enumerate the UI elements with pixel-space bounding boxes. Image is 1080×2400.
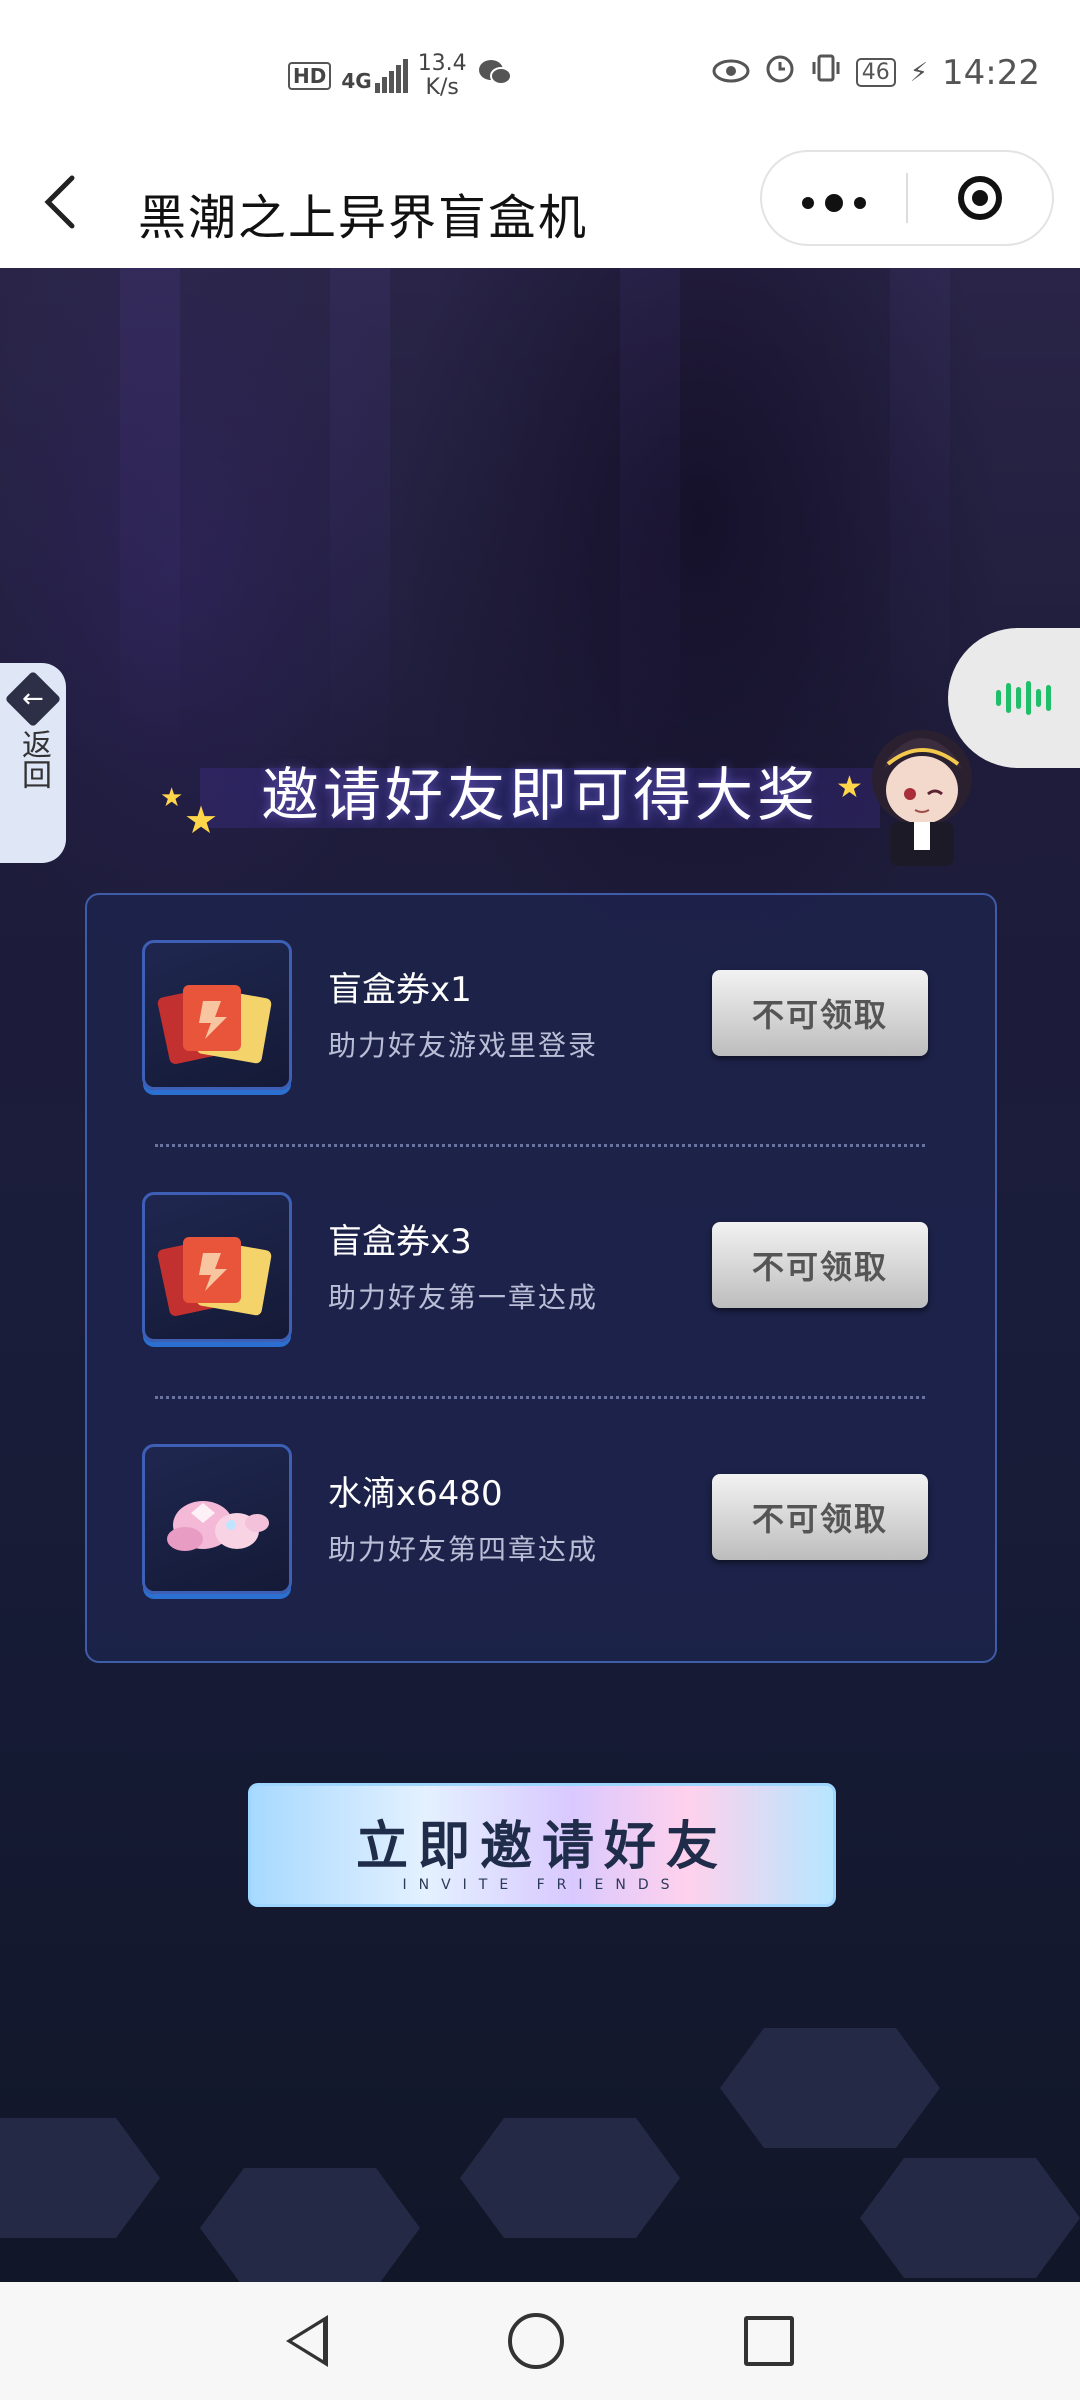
status-left: HD 4G 13.4 K/s xyxy=(288,52,513,100)
system-nav-bar xyxy=(0,2282,1080,2400)
divider xyxy=(155,1396,925,1399)
reward-item: 盲盒券x1 助力好友游戏里登录 不可领取 xyxy=(142,940,942,1100)
headline-text: 邀请好友即可得大奖 xyxy=(260,761,819,829)
side-return-button[interactable]: ← 返回 xyxy=(0,663,66,863)
status-bar: HD 4G 13.4 K/s 46 ⚡ 14:22 xyxy=(0,0,1080,150)
capsule-menu xyxy=(760,150,1054,246)
arrow-left-icon: ← xyxy=(4,670,62,728)
chevron-left-icon[interactable] xyxy=(40,172,80,247)
charging-icon: ⚡ xyxy=(909,57,929,88)
reward-description: 助力好友游戏里登录 xyxy=(328,1029,599,1062)
net-speed-unit: K/s xyxy=(425,75,459,100)
target-icon xyxy=(958,176,1002,220)
nav-back-icon[interactable] xyxy=(286,2315,328,2367)
reward-name: 盲盒券x1 xyxy=(328,970,472,1010)
network-label: 4G xyxy=(341,69,372,93)
eye-icon xyxy=(712,53,750,93)
divider xyxy=(155,1144,925,1147)
hex-tile xyxy=(860,2158,1080,2278)
reward-item: 盲盒券x3 助力好友第一章达成 不可领取 xyxy=(142,1192,942,1352)
mascot-character-icon xyxy=(872,730,972,866)
crystal-icon xyxy=(142,1444,292,1594)
reward-description: 助力好友第四章达成 xyxy=(328,1533,599,1566)
hd-badge: HD xyxy=(288,62,332,90)
reward-description: 助力好友第一章达成 xyxy=(328,1281,599,1314)
background-curtain xyxy=(890,268,950,768)
invite-button-sublabel: INVITE FRIENDS xyxy=(402,1877,682,1893)
signal-icon xyxy=(374,59,408,93)
background-curtain xyxy=(330,268,390,768)
net-speed: 13.4 K/s xyxy=(418,52,467,100)
wechat-icon xyxy=(477,57,513,96)
claim-button[interactable]: 不可领取 xyxy=(712,970,928,1056)
nav-home-icon[interactable] xyxy=(508,2313,564,2369)
ticket-icon xyxy=(142,940,292,1090)
nav-recent-apps-icon[interactable] xyxy=(744,2316,794,2366)
ticket-icon xyxy=(142,1192,292,1342)
background-curtain xyxy=(120,268,180,768)
clock: 14:22 xyxy=(942,52,1040,93)
reward-item: 水滴x6480 助力好友第四章达成 不可领取 xyxy=(142,1444,942,1604)
claim-button[interactable]: 不可领取 xyxy=(712,1474,928,1560)
mini-program-titlebar: 黑潮之上异界盲盒机 xyxy=(0,150,1080,268)
close-target-button[interactable] xyxy=(908,176,1052,220)
more-dots-icon[interactable] xyxy=(762,173,906,224)
network-4g-icon: 4G xyxy=(341,59,408,93)
claim-button[interactable]: 不可领取 xyxy=(712,1222,928,1308)
reward-panel: 盲盒券x1 助力好友游戏里登录 不可领取 盲盒券x3 助力好友第一章达成 不可领… xyxy=(85,893,997,1663)
voice-wave-icon xyxy=(996,681,1051,715)
hex-tile xyxy=(200,2168,420,2282)
page-title: 黑潮之上异界盲盒机 xyxy=(138,190,589,246)
hex-tile xyxy=(460,2118,680,2238)
net-speed-value: 13.4 xyxy=(417,51,467,76)
hex-tile xyxy=(0,2118,160,2238)
hex-tile xyxy=(720,2028,940,2148)
status-right: 46 ⚡ 14:22 xyxy=(712,52,1040,93)
reward-name: 盲盒券x3 xyxy=(328,1222,472,1262)
alarm-icon xyxy=(764,52,796,93)
battery-level: 46 xyxy=(855,58,896,87)
game-content: ← 返回 ★ ★ ★ 邀请好友即可得大奖 盲盒券x1 助力好友游戏里登录 不可领… xyxy=(0,268,1080,2282)
side-return-label: 返回 xyxy=(16,729,51,789)
reward-name: 水滴x6480 xyxy=(328,1474,503,1514)
invite-friends-button[interactable]: 立即邀请好友 INVITE FRIENDS xyxy=(248,1783,836,1907)
background-curtain xyxy=(620,268,680,768)
invite-button-label: 立即邀请好友 xyxy=(355,1817,728,1877)
vibrate-icon xyxy=(810,52,842,93)
